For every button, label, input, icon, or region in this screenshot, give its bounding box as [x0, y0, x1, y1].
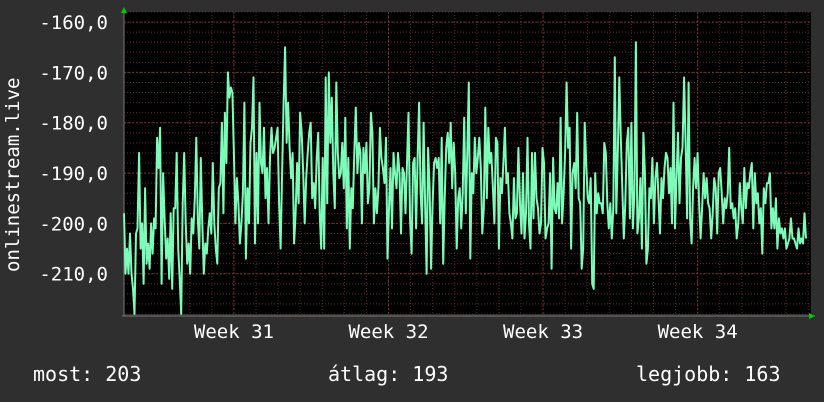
y-tick-label: -170,0	[39, 62, 108, 84]
y-axis-title: onlinestream.live	[2, 78, 24, 272]
x-axis-arrow-icon	[809, 313, 815, 319]
stat-now: most: 203	[33, 362, 142, 386]
stat-average: átlag: 193	[328, 362, 449, 386]
y-axis-ticks: -160,0 -170,0 -180,0 -190,0 -200,0 -210,0	[39, 12, 108, 286]
x-tick-label: Week 32	[348, 321, 428, 343]
x-tick-label: Week 33	[503, 321, 583, 343]
y-axis-arrow-icon	[121, 7, 127, 13]
y-tick-label: -190,0	[39, 163, 108, 185]
x-tick-label: Week 34	[658, 321, 738, 343]
y-tick-label: -180,0	[39, 113, 108, 135]
y-tick-label: -210,0	[39, 264, 108, 286]
y-tick-label: -200,0	[39, 213, 108, 235]
x-axis-ticks: Week 31 Week 32 Week 33 Week 34	[194, 321, 738, 343]
y-tick-label: -160,0	[39, 12, 108, 34]
stat-best: legjobb: 163	[636, 362, 781, 386]
chart: -160,0 -170,0 -180,0 -190,0 -200,0 -210,0 Wee…	[2, 7, 815, 343]
x-tick-label: Week 31	[194, 321, 274, 343]
